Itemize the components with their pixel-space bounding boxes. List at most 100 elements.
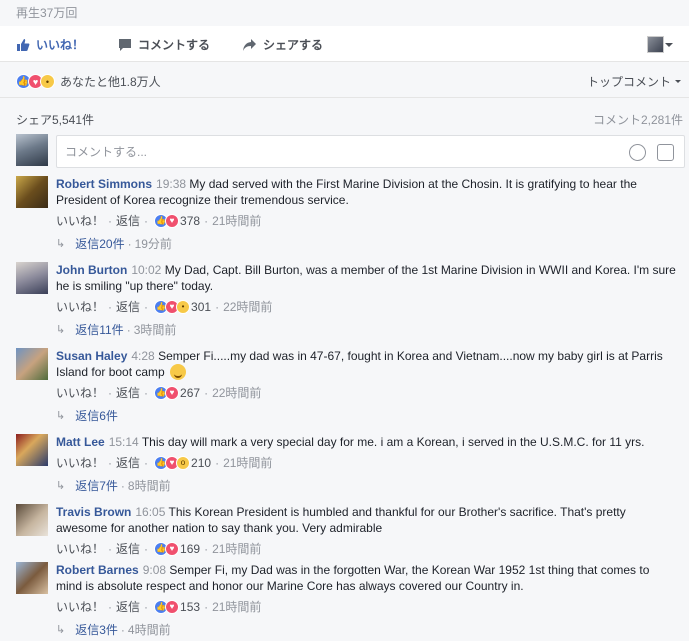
commenter-name[interactable]: Robert Barnes bbox=[56, 563, 139, 577]
share-count[interactable]: シェア5,541件 bbox=[16, 111, 94, 128]
comment-age: 21時間前 bbox=[223, 456, 273, 470]
comment-reaction-count[interactable]: 267 bbox=[180, 386, 200, 400]
comment-like-link[interactable]: いいね！ bbox=[56, 298, 104, 315]
reply-arrow-icon: ↳ bbox=[56, 410, 66, 422]
comment-like-link[interactable]: いいね！ bbox=[56, 540, 104, 557]
reply-arrow-icon: ↳ bbox=[56, 480, 66, 492]
comment-sort-dropdown[interactable]: トップコメント bbox=[587, 73, 681, 90]
comment-body: Matt Lee 15:14 This day will mark a very … bbox=[56, 434, 676, 450]
comment-meta: いいね！ · 返信 · 👍 ♥ 378 · 21時間前 bbox=[56, 212, 262, 229]
love-reaction-icon: ♥ bbox=[165, 213, 180, 228]
comment-like-link[interactable]: いいね！ bbox=[56, 384, 104, 401]
comment-reply-link[interactable]: 返信 bbox=[116, 540, 140, 557]
comment-meta: いいね！ · 返信 · 👍 ♥ 267 · 22時間前 bbox=[56, 384, 262, 401]
commenter-name[interactable]: Matt Lee bbox=[56, 435, 105, 449]
comment-like-link[interactable]: いいね！ bbox=[56, 212, 104, 229]
comment-time[interactable]: 4:28 bbox=[131, 349, 154, 363]
comment-time[interactable]: 19:38 bbox=[156, 177, 186, 191]
commenter-name[interactable]: John Burton bbox=[56, 263, 127, 277]
comment-reactions-icons[interactable]: 👍 ♥ bbox=[154, 213, 180, 228]
comment-like-link[interactable]: いいね！ bbox=[56, 454, 104, 471]
comment-meta: いいね！ · 返信 · 👍 ♥ o 210 · 21時間前 bbox=[56, 454, 273, 471]
sticker-icon[interactable] bbox=[657, 144, 674, 161]
comment-body: Robert Simmons 19:38 My dad served with t… bbox=[56, 176, 676, 208]
avatar[interactable] bbox=[16, 562, 48, 594]
comment-reaction-count[interactable]: 153 bbox=[180, 600, 200, 614]
sad-reaction-icon: • bbox=[40, 74, 55, 89]
comment-time[interactable]: 15:14 bbox=[109, 435, 139, 449]
replies-count[interactable]: 返信7件 bbox=[75, 477, 118, 494]
comment-composer bbox=[16, 134, 686, 168]
view-count: 再生37万回 bbox=[16, 6, 78, 20]
comment-reactions-icons[interactable]: 👍 ♥ • bbox=[154, 299, 191, 314]
replies-count[interactable]: 返信6件 bbox=[75, 407, 118, 424]
comment-meta: いいね！ · 返信 · 👍 ♥ 169 · 21時間前 bbox=[56, 540, 262, 557]
replies-count[interactable]: 返信11件 bbox=[75, 321, 123, 338]
replies-age: 8時間前 bbox=[127, 479, 171, 493]
comment-reply-link[interactable]: 返信 bbox=[116, 598, 140, 615]
avatar[interactable] bbox=[16, 176, 48, 208]
replies-link[interactable]: ↳ 返信6件 bbox=[56, 407, 118, 424]
post-footer: 再生37万回 いいね！ コメントする シェアする 👍 ♥ • あなたと他1.8万… bbox=[0, 0, 689, 641]
commenter-name[interactable]: Travis Brown bbox=[56, 505, 131, 519]
comment-age: 21時間前 bbox=[212, 542, 262, 556]
comment-reactions-icons[interactable]: 👍 ♥ bbox=[154, 541, 180, 556]
replies-link[interactable]: ↳ 返信7件 · 8時間前 bbox=[56, 477, 171, 494]
replies-count[interactable]: 返信3件 bbox=[75, 621, 118, 638]
avatar[interactable] bbox=[16, 348, 48, 380]
avatar[interactable] bbox=[16, 504, 48, 536]
replies-age: 3時間前 bbox=[133, 323, 177, 337]
comment-input-box[interactable] bbox=[56, 135, 685, 168]
comment-text: This day will mark a very special day fo… bbox=[141, 435, 645, 449]
wow-reaction-icon: o bbox=[176, 455, 191, 470]
comment-age: 22時間前 bbox=[212, 386, 262, 400]
reply-arrow-icon: ↳ bbox=[56, 324, 66, 336]
love-reaction-icon: ♥ bbox=[165, 599, 180, 614]
comment-reaction-count[interactable]: 301 bbox=[191, 300, 211, 314]
comment-reactions-icons[interactable]: 👍 ♥ bbox=[154, 385, 180, 400]
thumbs-up-icon bbox=[17, 38, 30, 51]
comment-reactions-icons[interactable]: 👍 ♥ o bbox=[154, 455, 191, 470]
comment-reply-link[interactable]: 返信 bbox=[116, 212, 140, 229]
comment-age: 21時間前 bbox=[212, 214, 262, 228]
comment-reaction-count[interactable]: 378 bbox=[180, 214, 200, 228]
sad-reaction-icon: • bbox=[176, 299, 191, 314]
comment-time[interactable]: 9:08 bbox=[143, 563, 166, 577]
comment-meta: いいね！ · 返信 · 👍 ♥ • 301 · 22時間前 bbox=[56, 298, 273, 315]
avatar bbox=[16, 134, 48, 166]
reactions-summary-text: あなたと他1.8万人 bbox=[60, 75, 161, 89]
smile-emoji-icon bbox=[170, 364, 187, 380]
chevron-down-icon[interactable] bbox=[665, 43, 673, 47]
comment-label: コメントする bbox=[138, 38, 211, 52]
comment-input[interactable] bbox=[57, 136, 617, 167]
replies-link[interactable]: ↳ 返信20件 · 19分前 bbox=[56, 235, 172, 252]
comment-reply-link[interactable]: 返信 bbox=[116, 298, 140, 315]
commenter-name[interactable]: Robert Simmons bbox=[56, 177, 152, 191]
share-button[interactable]: シェアする bbox=[242, 36, 323, 53]
replies-link[interactable]: ↳ 返信3件 · 4時間前 bbox=[56, 621, 171, 638]
comment-reaction-count[interactable]: 210 bbox=[191, 456, 211, 470]
comment-time[interactable]: 10:02 bbox=[131, 263, 161, 277]
comment-reactions-icons[interactable]: 👍 ♥ bbox=[154, 599, 180, 614]
comment-reply-link[interactable]: 返信 bbox=[116, 384, 140, 401]
replies-age: 4時間前 bbox=[127, 623, 171, 637]
comment-time[interactable]: 16:05 bbox=[135, 505, 165, 519]
avatar[interactable] bbox=[16, 434, 48, 466]
comment-button[interactable]: コメントする bbox=[118, 36, 210, 53]
commenter-name[interactable]: Susan Haley bbox=[56, 349, 127, 363]
comment-body: Robert Barnes 9:08 Semper Fi, my Dad was … bbox=[56, 562, 676, 594]
love-reaction-icon: ♥ bbox=[165, 385, 180, 400]
avatar[interactable] bbox=[16, 262, 48, 294]
post-as-avatar[interactable] bbox=[647, 36, 664, 53]
comment-meta: いいね！ · 返信 · 👍 ♥ 153 · 21時間前 bbox=[56, 598, 262, 615]
replies-count[interactable]: 返信20件 bbox=[75, 235, 124, 252]
reactions-link[interactable]: 👍 ♥ • あなたと他1.8万人 bbox=[16, 73, 161, 90]
like-label: いいね！ bbox=[36, 38, 85, 52]
comment-reaction-count[interactable]: 169 bbox=[180, 542, 200, 556]
comment-reply-link[interactable]: 返信 bbox=[116, 454, 140, 471]
share-label: シェアする bbox=[263, 38, 324, 52]
comment-like-link[interactable]: いいね！ bbox=[56, 598, 104, 615]
like-button[interactable]: いいね！ bbox=[16, 36, 84, 53]
emoji-icon[interactable] bbox=[629, 144, 646, 161]
replies-link[interactable]: ↳ 返信11件 · 3時間前 bbox=[56, 321, 176, 338]
